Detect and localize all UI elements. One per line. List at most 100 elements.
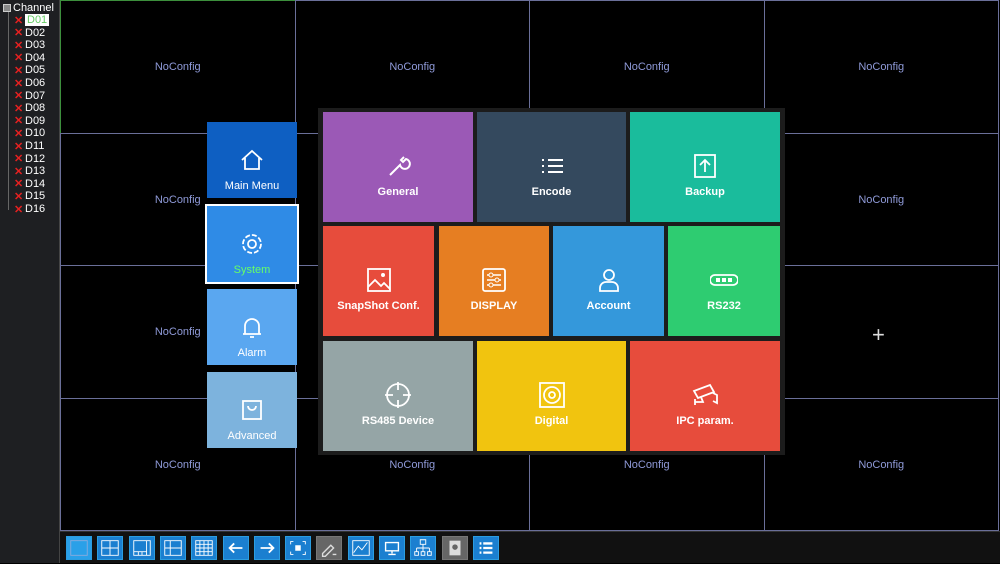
channel-sidebar: Channel ✕ D01 ✕ D02 ✕ D03 ✕ D04 ✕ D05 ✕ D06 ✕ D07 ✕ D08… bbox=[0, 0, 60, 563]
edit-button[interactable] bbox=[316, 536, 343, 560]
menu-system-button[interactable]: System bbox=[205, 204, 299, 284]
wrench-icon bbox=[389, 156, 411, 176]
tile-account[interactable]: Account bbox=[553, 226, 664, 336]
disconnected-icon: ✕ bbox=[14, 115, 24, 128]
menu-advanced-button[interactable]: Advanced bbox=[207, 372, 297, 448]
menu-list-icon bbox=[479, 542, 493, 554]
bag-icon bbox=[242, 400, 262, 420]
fullscreen-button[interactable] bbox=[285, 536, 312, 560]
video-cell[interactable]: NoConfig bbox=[763, 0, 999, 134]
tile-label: RS232 bbox=[707, 300, 741, 312]
channel-item-d12[interactable]: ✕ D12 bbox=[14, 152, 46, 166]
tile-encode[interactable]: Encode bbox=[477, 112, 626, 222]
previous-button[interactable] bbox=[222, 536, 249, 560]
9-view-button[interactable] bbox=[159, 536, 186, 560]
channel-label: D08 bbox=[25, 102, 46, 115]
previous-icon bbox=[227, 542, 242, 554]
disconnected-icon: ✕ bbox=[14, 27, 24, 40]
channel-label: D03 bbox=[25, 39, 46, 52]
disconnected-icon: ✕ bbox=[14, 203, 24, 216]
video-cell[interactable]: NoConfig bbox=[763, 132, 999, 266]
tile-general[interactable]: General bbox=[323, 112, 473, 222]
tile-rs485-device[interactable]: RS485 Device bbox=[323, 341, 473, 451]
upload-icon bbox=[694, 154, 716, 178]
tile-label: Encode bbox=[531, 186, 572, 198]
tile-backup[interactable]: Backup bbox=[630, 112, 780, 222]
camera-icon bbox=[692, 383, 718, 405]
network-icon bbox=[414, 539, 433, 556]
cell-status: NoConfig bbox=[389, 61, 436, 73]
channel-item-d14[interactable]: ✕ D14 bbox=[14, 177, 46, 191]
quad-view-icon bbox=[101, 540, 120, 556]
channel-label: D15 bbox=[25, 190, 46, 203]
menu-label: System bbox=[233, 264, 271, 276]
chart-button[interactable] bbox=[347, 536, 374, 560]
video-cell[interactable]: NoConfig bbox=[763, 397, 999, 531]
menu-main-menu-button[interactable]: Main Menu bbox=[207, 122, 297, 198]
collapse-icon[interactable] bbox=[3, 4, 11, 12]
menu-list-button[interactable] bbox=[472, 536, 499, 560]
tile-label: Digital bbox=[534, 415, 569, 427]
cell-status: NoConfig bbox=[858, 193, 905, 206]
channel-label: D04 bbox=[25, 51, 46, 64]
channel-label: D06 bbox=[25, 77, 46, 89]
channel-label: D16 bbox=[25, 203, 46, 215]
channel-item-d09[interactable]: ✕ D09 bbox=[14, 115, 45, 128]
channel-label: D05 bbox=[25, 64, 46, 77]
channel-item-d03[interactable]: ✕ D03 bbox=[14, 39, 46, 52]
menu-label: Alarm bbox=[237, 347, 267, 359]
channel-item-d10[interactable]: ✕ D10 bbox=[14, 127, 45, 140]
channel-tree-header[interactable]: Channel bbox=[3, 2, 54, 14]
quad-view-button[interactable] bbox=[97, 536, 124, 560]
disconnected-icon: ✕ bbox=[14, 90, 24, 103]
monitor-button[interactable] bbox=[379, 536, 405, 560]
channel-item-d11[interactable]: ✕ D11 bbox=[14, 140, 44, 153]
tile-display[interactable]: DISPLAY bbox=[439, 226, 549, 336]
channel-item-d15[interactable]: ✕ D15 bbox=[14, 190, 46, 203]
network-button[interactable] bbox=[410, 536, 437, 560]
tile-digital[interactable]: Digital bbox=[477, 341, 626, 451]
channel-item-d04[interactable]: ✕ D04 bbox=[14, 51, 46, 65]
single-view-button[interactable] bbox=[66, 536, 92, 560]
menu-alarm-button[interactable]: Alarm bbox=[207, 289, 297, 365]
sliders-icon bbox=[482, 268, 506, 292]
crosshair-icon bbox=[385, 382, 411, 408]
cell-status: NoConfig bbox=[154, 458, 201, 471]
disconnected-icon: ✕ bbox=[14, 178, 24, 191]
cell-status: NoConfig bbox=[154, 193, 201, 206]
tile-ipc-param[interactable]: IPC param. bbox=[630, 341, 780, 451]
fullscreen-icon bbox=[290, 541, 306, 555]
next-icon bbox=[260, 542, 275, 554]
crosshair-cursor-icon: + bbox=[872, 322, 885, 347]
channel-item-d07[interactable]: ✕ D07 bbox=[14, 90, 45, 103]
gear-icon bbox=[242, 234, 262, 254]
monitor-icon bbox=[384, 541, 400, 556]
user-icon bbox=[598, 269, 619, 292]
image-icon bbox=[366, 268, 391, 292]
list-icon bbox=[541, 159, 563, 173]
bell-icon bbox=[243, 318, 261, 338]
tile-label: Account bbox=[586, 300, 631, 312]
channel-item-d08[interactable]: ✕ D08 bbox=[14, 102, 46, 115]
channel-label: D14 bbox=[25, 177, 46, 190]
channel-item-d02[interactable]: ✕ D02 bbox=[14, 26, 46, 40]
tile-rs232[interactable]: RS232 bbox=[668, 226, 780, 336]
tile-snapshot-conf[interactable]: SnapShot Conf. bbox=[323, 226, 434, 336]
video-cell[interactable]: NoConfig bbox=[60, 0, 296, 134]
disk-icon bbox=[538, 382, 565, 408]
cell-status: NoConfig bbox=[623, 458, 670, 471]
channel-label: D02 bbox=[25, 26, 46, 39]
channel-item-d13[interactable]: ✕ D13 bbox=[14, 165, 45, 178]
cell-status: NoConfig bbox=[154, 61, 201, 73]
channel-label: D12 bbox=[25, 152, 46, 165]
8-view-button[interactable] bbox=[128, 536, 155, 560]
channel-item-d16[interactable]: ✕ D16 bbox=[14, 203, 46, 216]
channel-item-d01[interactable]: ✕ D01 bbox=[14, 14, 50, 27]
cell-status: NoConfig bbox=[154, 326, 201, 338]
16-view-button[interactable] bbox=[191, 536, 218, 560]
disconnected-icon: ✕ bbox=[14, 39, 24, 52]
next-button[interactable] bbox=[253, 536, 280, 560]
channel-item-d06[interactable]: ✕ D06 bbox=[14, 77, 46, 90]
hdd-button[interactable] bbox=[441, 536, 468, 560]
channel-item-d05[interactable]: ✕ D05 bbox=[14, 64, 46, 77]
